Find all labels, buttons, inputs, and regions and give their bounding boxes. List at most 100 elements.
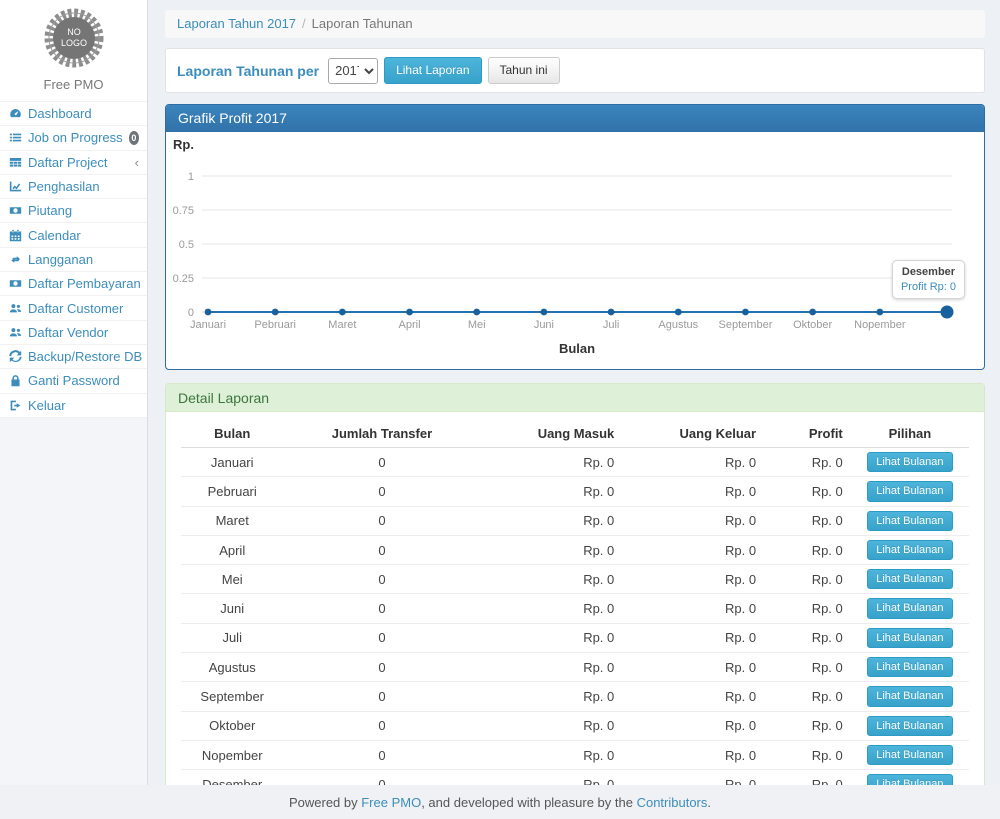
cell: Rp. 0	[622, 535, 764, 564]
chart-point-juli[interactable]	[608, 309, 615, 316]
dashboard-icon	[9, 107, 22, 120]
brand-name: Free PMO	[0, 75, 147, 101]
sidebar: NO LOGO Free PMO DashboardJob on Progres…	[0, 0, 148, 785]
breadcrumb: Laporan Tahun 2017/Laporan Tahunan	[165, 10, 985, 38]
view-monthly-button-oktober[interactable]: Lihat Bulanan	[867, 716, 952, 736]
toolbar-label: Laporan Tahunan per	[177, 63, 319, 79]
sidebar-item-label: Keluar	[28, 398, 66, 413]
table-row-mei: Mei0Rp. 0Rp. 0Rp. 0Lihat Bulanan	[181, 565, 969, 594]
x-tick-label: Pebruari	[254, 319, 296, 331]
cell: Rp. 0	[764, 770, 851, 785]
view-monthly-button-juli[interactable]: Lihat Bulanan	[867, 628, 952, 648]
chart-point-juni[interactable]	[541, 309, 548, 316]
action-cell: Lihat Bulanan	[851, 623, 969, 652]
tasks-icon	[9, 131, 22, 144]
sidebar-item-backup-restore-db[interactable]: Backup/Restore DB	[0, 345, 147, 369]
sidebar-item-label: Langganan	[28, 252, 93, 267]
column-header: Bulan	[181, 420, 283, 448]
sidebar-item-label: Calendar	[28, 228, 81, 243]
cell: Oktober	[181, 711, 283, 740]
view-monthly-button-april[interactable]: Lihat Bulanan	[867, 540, 952, 560]
sidebar-item-daftar-pembayaran[interactable]: Daftar Pembayaran	[0, 272, 147, 296]
cell: Rp. 0	[622, 477, 764, 506]
sidebar-item-dashboard[interactable]: Dashboard	[0, 102, 147, 126]
cell: Rp. 0	[622, 448, 764, 477]
count-badge: 0	[129, 131, 139, 145]
cell: 0	[283, 740, 480, 769]
cell: 0	[283, 682, 480, 711]
cell: 0	[283, 653, 480, 682]
sidebar-item-label: Job on Progress	[28, 130, 123, 145]
chart-point-agustus[interactable]	[675, 309, 682, 316]
sidebar-item-daftar-vendor[interactable]: Daftar Vendor	[0, 321, 147, 345]
chart-point-pebruari[interactable]	[272, 309, 279, 316]
line-chart-icon	[9, 180, 22, 193]
sidebar-item-penghasilan[interactable]: Penghasilan	[0, 175, 147, 199]
view-monthly-button-september[interactable]: Lihat Bulanan	[867, 686, 952, 706]
cell: Maret	[181, 506, 283, 535]
chart-point-oktober[interactable]	[809, 309, 816, 316]
sidebar-item-langganan[interactable]: Langganan	[0, 248, 147, 272]
action-cell: Lihat Bulanan	[851, 711, 969, 740]
x-axis-title: Bulan	[559, 341, 595, 356]
sidebar-item-label: Daftar Customer	[28, 301, 123, 316]
no-logo-gear-icon: NO LOGO	[42, 6, 106, 70]
chart-point-april[interactable]	[406, 309, 413, 316]
sidebar-item-daftar-project[interactable]: Daftar Project‹	[0, 151, 147, 175]
cell: Rp. 0	[622, 770, 764, 785]
chart-point-januari[interactable]	[205, 309, 212, 316]
cell: 0	[283, 565, 480, 594]
cell: Rp. 0	[764, 711, 851, 740]
cell: Rp. 0	[622, 740, 764, 769]
sidebar-item-keluar[interactable]: Keluar	[0, 394, 147, 418]
chart-point-september[interactable]	[742, 309, 749, 316]
sidebar-item-piutang[interactable]: Piutang	[0, 199, 147, 223]
cell: Rp. 0	[480, 565, 622, 594]
view-monthly-button-pebruari[interactable]: Lihat Bulanan	[867, 481, 952, 501]
chart-point-maret[interactable]	[339, 309, 346, 316]
cell: Rp. 0	[764, 477, 851, 506]
free-pmo-link[interactable]: Free PMO	[361, 795, 421, 810]
chart-point-mei[interactable]	[473, 309, 480, 316]
year-select[interactable]: 2017	[328, 58, 378, 84]
cell: Rp. 0	[764, 623, 851, 652]
view-monthly-button-nopember[interactable]: Lihat Bulanan	[867, 745, 952, 765]
detail-table: BulanJumlah TransferUang MasukUang Kelua…	[181, 420, 969, 785]
contributors-link[interactable]: Contributors	[637, 795, 708, 810]
sidebar-item-ganti-password[interactable]: Ganti Password	[0, 369, 147, 393]
view-monthly-button-desember[interactable]: Lihat Bulanan	[867, 774, 952, 785]
view-monthly-button-mei[interactable]: Lihat Bulanan	[867, 569, 952, 589]
retweet-icon	[9, 253, 22, 266]
cell: Rp. 0	[480, 448, 622, 477]
cell: 0	[283, 594, 480, 623]
action-cell: Lihat Bulanan	[851, 594, 969, 623]
x-tick-label: September	[719, 319, 773, 331]
view-monthly-button-juni[interactable]: Lihat Bulanan	[867, 598, 952, 618]
cell: 0	[283, 448, 480, 477]
breadcrumb-parent-link[interactable]: Laporan Tahun 2017	[177, 16, 296, 31]
x-tick-label: Oktober	[793, 319, 832, 331]
sidebar-item-daftar-customer[interactable]: Daftar Customer	[0, 296, 147, 320]
cell: Rp. 0	[480, 506, 622, 535]
breadcrumb-current: Laporan Tahunan	[312, 16, 413, 31]
chart-point-desember[interactable]	[941, 306, 954, 319]
view-monthly-button-agustus[interactable]: Lihat Bulanan	[867, 657, 952, 677]
x-tick-label: Juni	[534, 319, 554, 331]
view-monthly-button-januari[interactable]: Lihat Bulanan	[867, 452, 952, 472]
tooltip-title: Desember	[901, 266, 956, 278]
cell: September	[181, 682, 283, 711]
sidebar-item-job-on-progress[interactable]: Job on Progress 0	[0, 126, 147, 150]
table-row-oktober: Oktober0Rp. 0Rp. 0Rp. 0Lihat Bulanan	[181, 711, 969, 740]
detail-report-panel: Detail Laporan BulanJumlah TransferUang …	[165, 383, 985, 785]
users-icon	[9, 302, 22, 315]
chart-point-nopember[interactable]	[876, 309, 883, 316]
cell: 0	[283, 535, 480, 564]
cell: Januari	[181, 448, 283, 477]
view-monthly-button-maret[interactable]: Lihat Bulanan	[867, 511, 952, 531]
view-report-button[interactable]: Lihat Laporan	[384, 57, 481, 85]
sidebar-item-label: Penghasilan	[28, 179, 100, 194]
profit-chart: Rp.10.750.50.250JanuariPebruariMaretApri…	[166, 132, 984, 369]
sidebar-item-calendar[interactable]: Calendar	[0, 223, 147, 247]
this-year-button[interactable]: Tahun ini	[488, 57, 560, 85]
cell: Mei	[181, 565, 283, 594]
